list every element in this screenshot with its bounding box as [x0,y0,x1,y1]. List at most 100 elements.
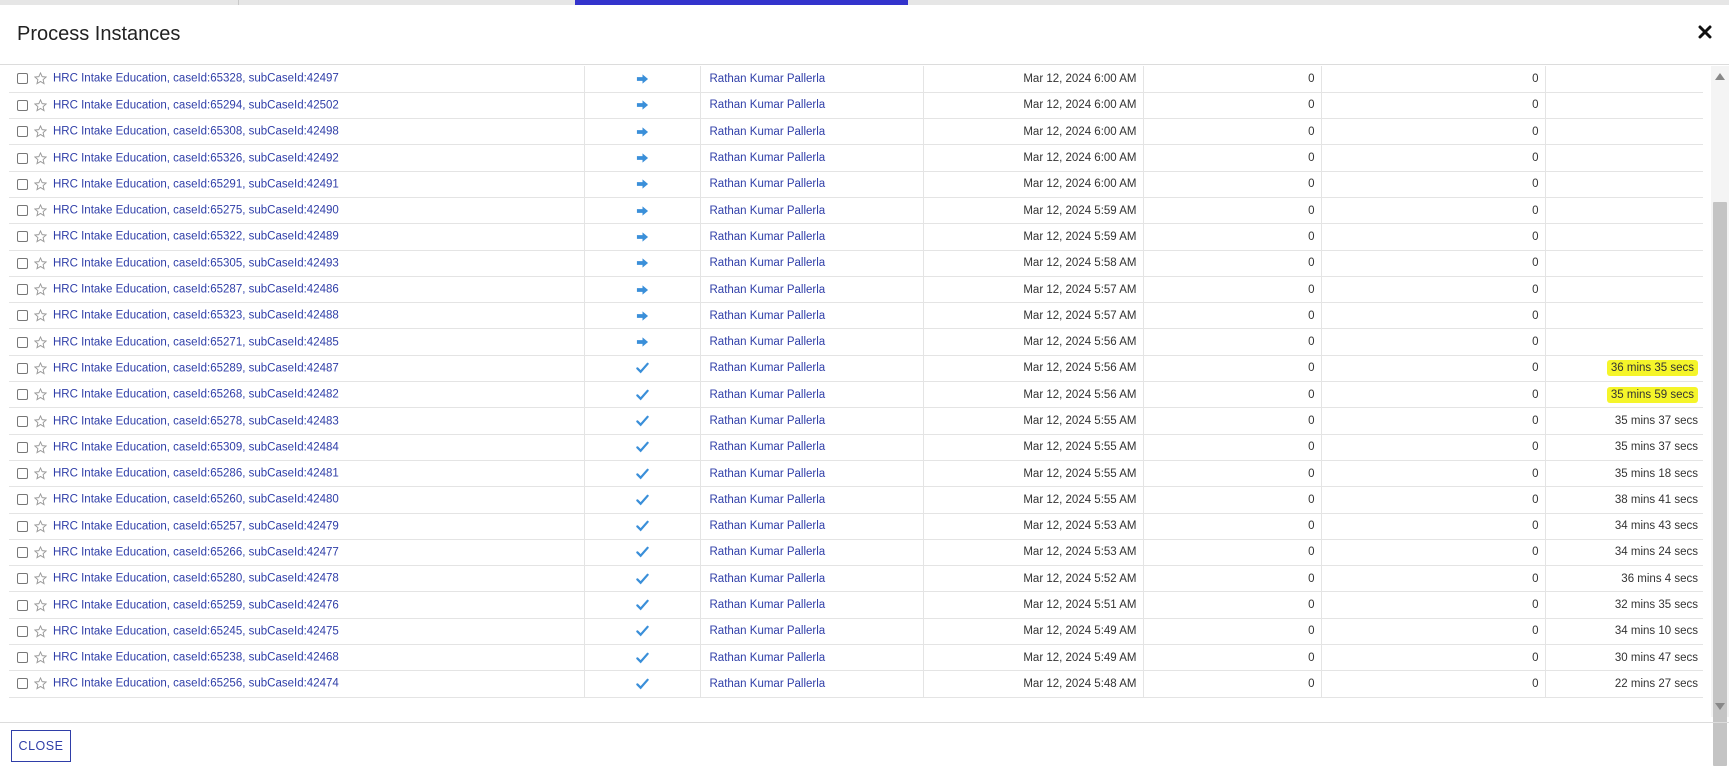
instance-link[interactable]: HRC Intake Education, caseId:65278, subC… [53,415,339,427]
star-icon[interactable] [34,467,47,480]
instance-link[interactable]: HRC Intake Education, caseId:65286, subC… [53,468,339,480]
user-link[interactable]: Rathan Kumar Pallerla [710,546,826,558]
row-checkbox[interactable] [17,389,28,401]
star-icon[interactable] [34,361,47,375]
star-icon[interactable] [34,414,47,428]
user-link[interactable]: Rathan Kumar Pallerla [710,599,826,611]
star-icon[interactable] [34,598,47,612]
user-link[interactable]: Rathan Kumar Pallerla [710,73,826,85]
row-checkbox[interactable] [17,494,28,506]
instance-link[interactable]: HRC Intake Education, caseId:65260, subC… [53,494,339,506]
row-checkbox[interactable] [17,178,28,190]
scroll-up-arrow-icon[interactable] [1715,73,1725,80]
table-row[interactable]: HRC Intake Education, caseId:65305, subC… [9,250,1703,277]
instance-link[interactable]: HRC Intake Education, caseId:65289, subC… [53,362,339,374]
table-row[interactable]: HRC Intake Education, caseId:65291, subC… [9,171,1703,198]
instance-link[interactable]: HRC Intake Education, caseId:65245, subC… [53,625,339,637]
row-checkbox[interactable] [17,231,28,243]
table-row[interactable]: HRC Intake Education, caseId:65308, subC… [9,118,1703,145]
user-link[interactable]: Rathan Kumar Pallerla [710,257,826,269]
table-row[interactable]: HRC Intake Education, caseId:65245, subC… [9,618,1703,645]
instance-link[interactable]: HRC Intake Education, caseId:65291, subC… [53,178,339,190]
row-checkbox[interactable] [17,257,28,269]
vertical-scrollbar[interactable] [1711,66,1729,766]
instance-link[interactable]: HRC Intake Education, caseId:65308, subC… [53,126,339,138]
table-row[interactable]: HRC Intake Education, caseId:65280, subC… [9,565,1703,592]
star-icon[interactable] [34,440,47,454]
star-icon[interactable] [34,72,47,85]
instance-link[interactable]: HRC Intake Education, caseId:65328, subC… [53,73,339,85]
instance-link[interactable]: HRC Intake Education, caseId:65271, subC… [53,336,339,348]
user-link[interactable]: Rathan Kumar Pallerla [710,468,826,480]
row-checkbox[interactable] [17,99,28,111]
star-icon[interactable] [34,651,47,664]
user-link[interactable]: Rathan Kumar Pallerla [710,284,826,296]
instance-link[interactable]: HRC Intake Education, caseId:65326, subC… [53,152,339,164]
row-checkbox[interactable] [17,152,28,164]
user-link[interactable]: Rathan Kumar Pallerla [710,415,826,427]
user-link[interactable]: Rathan Kumar Pallerla [710,99,826,111]
user-link[interactable]: Rathan Kumar Pallerla [710,573,826,585]
row-checkbox[interactable] [17,126,28,138]
instance-link[interactable]: HRC Intake Education, caseId:65275, subC… [53,205,339,217]
user-link[interactable]: Rathan Kumar Pallerla [710,310,826,322]
star-icon[interactable] [34,519,47,533]
instance-link[interactable]: HRC Intake Education, caseId:65323, subC… [53,310,339,322]
row-checkbox[interactable] [17,310,28,322]
star-icon[interactable] [34,125,47,138]
star-icon[interactable] [34,256,47,270]
star-icon[interactable] [34,624,47,638]
instance-link[interactable]: HRC Intake Education, caseId:65238, subC… [53,652,339,664]
row-checkbox[interactable] [17,284,28,296]
table-row[interactable]: HRC Intake Education, caseId:65256, subC… [9,670,1703,698]
instance-link[interactable]: HRC Intake Education, caseId:65256, subC… [53,678,339,690]
row-checkbox[interactable] [17,73,28,85]
table-row[interactable]: HRC Intake Education, caseId:65260, subC… [9,486,1703,514]
star-icon[interactable] [34,493,47,506]
close-button[interactable]: CLOSE [11,730,71,762]
row-checkbox[interactable] [17,520,28,532]
user-link[interactable]: Rathan Kumar Pallerla [710,152,826,164]
star-icon[interactable] [34,388,47,401]
instance-link[interactable]: HRC Intake Education, caseId:65287, subC… [53,284,339,296]
user-link[interactable]: Rathan Kumar Pallerla [710,336,826,348]
instance-link[interactable]: HRC Intake Education, caseId:65259, subC… [53,599,339,611]
table-row[interactable]: HRC Intake Education, caseId:65238, subC… [9,644,1703,671]
user-link[interactable]: Rathan Kumar Pallerla [710,205,826,217]
star-icon[interactable] [34,545,47,559]
star-icon[interactable] [34,230,47,243]
instance-link[interactable]: HRC Intake Education, caseId:65257, subC… [53,520,339,532]
table-row[interactable]: HRC Intake Education, caseId:65294, subC… [9,92,1703,119]
user-link[interactable]: Rathan Kumar Pallerla [710,441,826,453]
table-row[interactable]: HRC Intake Education, caseId:65328, subC… [9,66,1703,93]
scrollbar-thumb[interactable] [1713,202,1727,766]
table-row[interactable]: HRC Intake Education, caseId:65275, subC… [9,197,1703,224]
star-icon[interactable] [34,335,47,349]
row-checkbox[interactable] [17,599,28,611]
scroll-down-arrow-icon[interactable] [1715,703,1725,710]
user-link[interactable]: Rathan Kumar Pallerla [710,231,826,243]
table-row[interactable]: HRC Intake Education, caseId:65266, subC… [9,539,1703,566]
row-checkbox[interactable] [17,546,28,558]
instance-link[interactable]: HRC Intake Education, caseId:65268, subC… [53,389,339,401]
table-row[interactable]: HRC Intake Education, caseId:65322, subC… [9,223,1703,251]
table-row[interactable]: HRC Intake Education, caseId:65323, subC… [9,302,1703,329]
star-icon[interactable] [34,98,47,112]
close-icon[interactable] [1698,25,1712,39]
row-checkbox[interactable] [17,678,28,690]
table-row[interactable]: HRC Intake Education, caseId:65268, subC… [9,381,1703,408]
user-link[interactable]: Rathan Kumar Pallerla [710,625,826,637]
table-row[interactable]: HRC Intake Education, caseId:65289, subC… [9,355,1703,382]
star-icon[interactable] [34,572,47,585]
table-row[interactable]: HRC Intake Education, caseId:65278, subC… [9,407,1703,435]
star-icon[interactable] [34,677,47,691]
row-checkbox[interactable] [17,468,28,480]
table-row[interactable]: HRC Intake Education, caseId:65286, subC… [9,460,1703,487]
instance-link[interactable]: HRC Intake Education, caseId:65280, subC… [53,573,339,585]
row-checkbox[interactable] [17,205,28,217]
instance-link[interactable]: HRC Intake Education, caseId:65294, subC… [53,99,339,111]
star-icon[interactable] [34,204,47,217]
user-link[interactable]: Rathan Kumar Pallerla [710,520,826,532]
row-checkbox[interactable] [17,652,28,664]
table-row[interactable]: HRC Intake Education, caseId:65309, subC… [9,434,1703,461]
